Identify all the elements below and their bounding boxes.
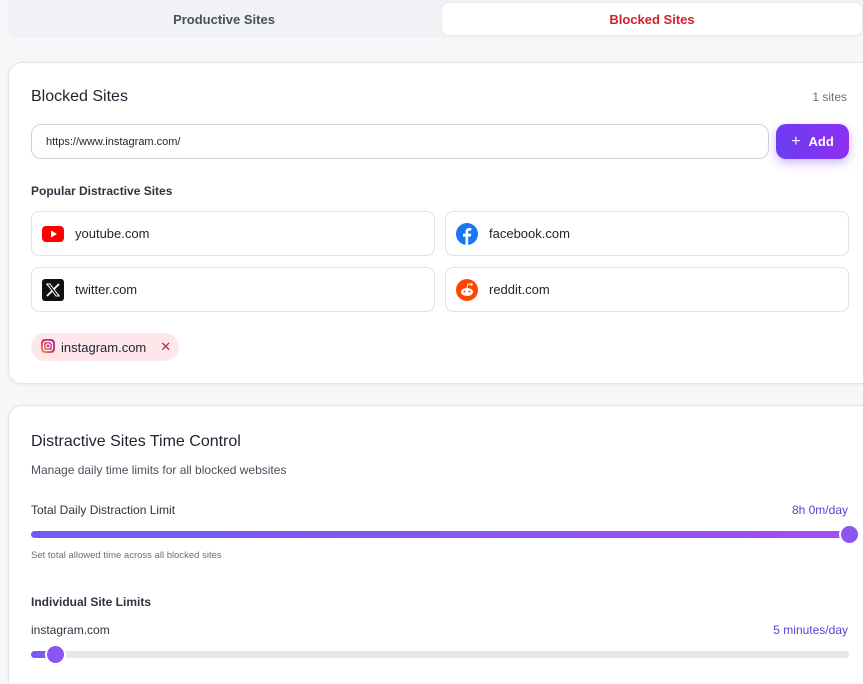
site-name: twitter.com (75, 282, 138, 297)
blocked-sites-title: Blocked Sites (31, 88, 128, 105)
total-limit-label: Total Daily Distraction Limit (31, 503, 176, 517)
individual-limits-label: Individual Site Limits (31, 595, 152, 609)
blocked-sites-card: Blocked Sites 1 sites + Add Popular Dist… (8, 62, 863, 384)
total-limit-slider-fill (31, 531, 849, 538)
time-control-title: Distractive Sites Time Control (31, 433, 241, 450)
tab-blocked-sites[interactable]: Blocked Sites (441, 2, 863, 36)
site-limit-name: instagram.com (31, 623, 110, 637)
popular-site-twitter[interactable]: twitter.com (31, 267, 435, 312)
add-button[interactable]: + Add (776, 124, 849, 159)
popular-site-facebook[interactable]: facebook.com (445, 211, 849, 256)
reddit-icon (456, 278, 478, 301)
site-name: facebook.com (489, 226, 570, 241)
sites-count: 1 sites (812, 90, 847, 104)
site-name: youtube.com (75, 226, 150, 241)
popular-sites-label: Popular Distractive Sites (31, 184, 173, 198)
remove-icon[interactable]: ✕ (160, 339, 171, 355)
site-limit-slider[interactable] (31, 646, 849, 663)
plus-icon: + (791, 132, 801, 150)
site-name: reddit.com (489, 282, 550, 297)
url-input[interactable] (31, 124, 769, 159)
add-button-label: Add (808, 134, 834, 149)
instagram-icon (41, 338, 55, 356)
popular-site-reddit[interactable]: reddit.com (445, 267, 849, 312)
total-limit-value: 8h 0m/day (791, 503, 848, 517)
facebook-icon (456, 222, 478, 245)
popular-site-youtube[interactable]: youtube.com (31, 211, 435, 256)
tab-productive-sites[interactable]: Productive Sites (8, 2, 440, 36)
total-limit-hint: Set total allowed time across all blocke… (31, 550, 222, 561)
total-limit-slider-thumb[interactable] (840, 526, 858, 543)
youtube-icon (42, 223, 64, 245)
time-control-description: Manage daily time limits for all blocked… (31, 463, 287, 477)
site-limit-value: 5 minutes/day (773, 623, 848, 637)
x-twitter-icon (42, 278, 64, 301)
blocked-site-chip: instagram.com ✕ (31, 333, 179, 361)
total-limit-slider[interactable] (31, 526, 858, 543)
tab-bar: Productive Sites Blocked Sites (8, 0, 863, 38)
chip-label: instagram.com (61, 339, 147, 355)
time-control-card: Distractive Sites Time Control Manage da… (8, 405, 863, 684)
site-limit-slider-thumb[interactable] (47, 646, 65, 663)
